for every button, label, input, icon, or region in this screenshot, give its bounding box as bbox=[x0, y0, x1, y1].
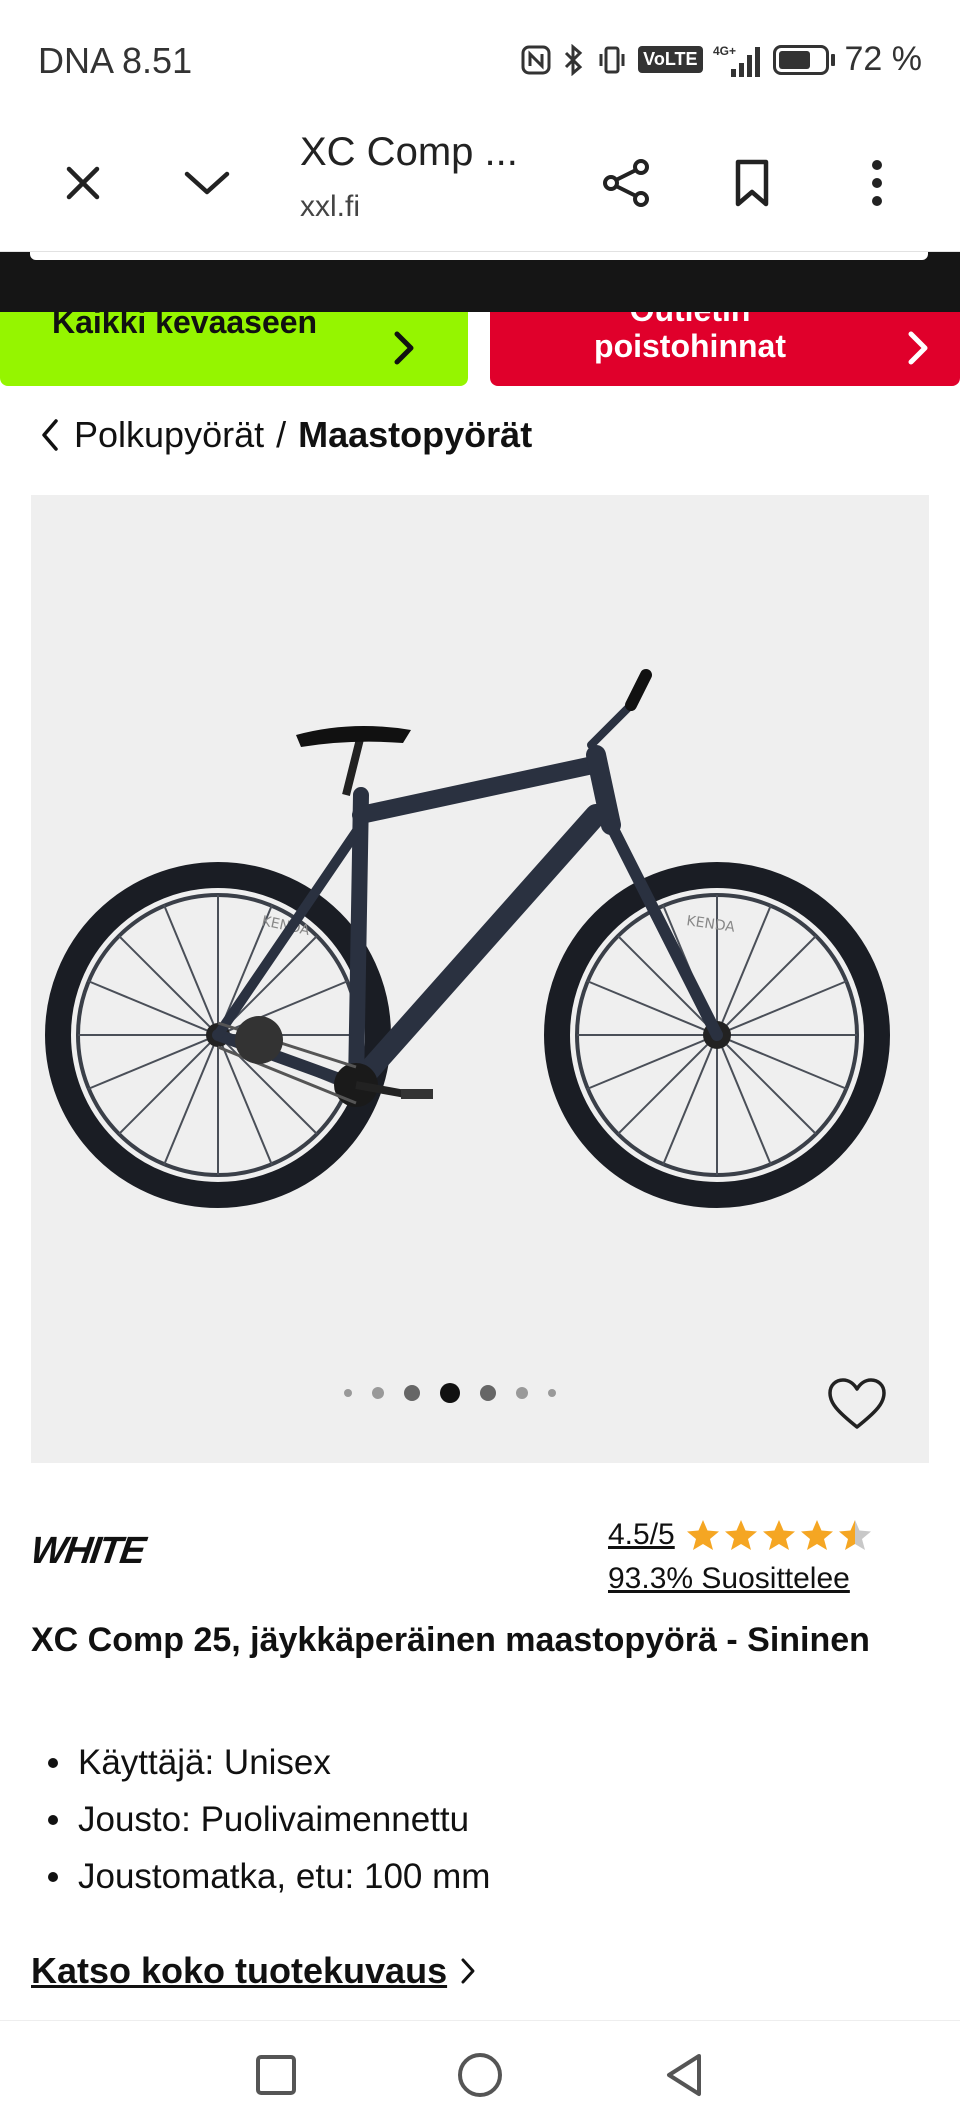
carousel-dot[interactable] bbox=[404, 1385, 420, 1401]
bullet-icon bbox=[48, 1757, 58, 1768]
chevron-right-icon bbox=[392, 330, 416, 371]
chevron-right-icon bbox=[906, 330, 930, 371]
breadcrumb-current[interactable]: Maastopyörät bbox=[298, 414, 532, 456]
share-button[interactable] bbox=[592, 148, 662, 218]
carousel-dot[interactable] bbox=[516, 1387, 528, 1399]
promo-outlet-line1: Outletin bbox=[630, 312, 751, 328]
carrier-time: DNA 8.51 bbox=[38, 40, 193, 81]
full-description-label: Katso koko tuotekuvaus bbox=[31, 1950, 448, 1991]
carousel-dot[interactable] bbox=[548, 1389, 556, 1397]
star-icon bbox=[724, 1520, 757, 1550]
browser-toolbar: XC Comp ... xxl.fi bbox=[0, 118, 960, 252]
chevron-left-icon[interactable] bbox=[40, 418, 60, 452]
brand-logo[interactable]: WHITE bbox=[28, 1530, 146, 1573]
chevron-right-icon bbox=[459, 1956, 477, 1986]
star-icon bbox=[686, 1520, 719, 1550]
product-title: XC Comp 25, jäykkäperäinen maastopyörä -… bbox=[31, 1621, 870, 1659]
heart-icon bbox=[828, 1378, 886, 1429]
recommend-percent[interactable]: 93.3% Suosittelee bbox=[608, 1562, 928, 1596]
page-title[interactable]: XC Comp ... bbox=[300, 130, 518, 175]
rating-stars bbox=[685, 1518, 873, 1552]
spec-item: Käyttäjä: Unisex bbox=[48, 1734, 490, 1791]
share-icon bbox=[603, 159, 649, 207]
spec-item: Joustomatka, etu: 100 mm bbox=[48, 1848, 490, 1905]
breadcrumb-separator: / bbox=[276, 414, 287, 455]
collapse-button[interactable] bbox=[172, 148, 242, 218]
promo-banner-outlet[interactable]: Outletin poistohinnat bbox=[490, 312, 960, 386]
rating-block[interactable]: 4.5/5 93.3% Suosittelee bbox=[608, 1518, 928, 1596]
nfc-icon bbox=[520, 44, 552, 76]
carousel-dot[interactable] bbox=[480, 1385, 496, 1401]
more-options-button[interactable] bbox=[842, 148, 912, 218]
spec-text: Jousto: Puolivaimennettu bbox=[78, 1799, 470, 1839]
signal-icon: 4G+ bbox=[713, 43, 763, 77]
favorite-button[interactable] bbox=[825, 1375, 889, 1433]
bookmark-icon bbox=[735, 159, 769, 207]
carousel-dot[interactable] bbox=[372, 1387, 384, 1399]
triangle-back-icon bbox=[667, 2054, 701, 2096]
battery-icon bbox=[772, 44, 835, 75]
close-icon bbox=[66, 166, 100, 200]
bookmark-button[interactable] bbox=[717, 148, 787, 218]
search-bar-edge[interactable] bbox=[30, 252, 928, 260]
rating-score[interactable]: 4.5/5 bbox=[608, 1518, 675, 1552]
vibrate-icon bbox=[596, 44, 628, 76]
carousel-dot[interactable] bbox=[344, 1389, 352, 1397]
battery-level bbox=[778, 50, 811, 69]
bike-image: KENDA KENDA bbox=[45, 669, 890, 1208]
star-icon bbox=[762, 1520, 795, 1550]
tire-brand-front: KENDA bbox=[685, 913, 736, 936]
android-nav-bar bbox=[0, 2020, 960, 2122]
star-icon bbox=[838, 1520, 871, 1550]
promo-outlet-label: Outletin poistohinnat bbox=[490, 312, 890, 364]
full-description-link[interactable]: Katso koko tuotekuvaus bbox=[31, 1950, 477, 1992]
promo-spring-label: Kaikki kevaaseen bbox=[52, 312, 318, 340]
spec-list: Käyttäjä: Unisex Jousto: Puolivaimennettu… bbox=[48, 1734, 490, 1905]
bullet-icon bbox=[48, 1814, 58, 1825]
status-bar: DNA 8.51 VoLTE 4G+ 72 % bbox=[0, 0, 960, 118]
spec-item: Jousto: Puolivaimennettu bbox=[48, 1791, 490, 1848]
battery-percent: 72 % bbox=[844, 40, 923, 78]
more-vertical-icon bbox=[872, 160, 882, 206]
back-button[interactable] bbox=[654, 2045, 714, 2105]
bullet-icon bbox=[48, 1871, 58, 1882]
spec-text: Joustomatka, etu: 100 mm bbox=[78, 1856, 491, 1896]
star-icon bbox=[800, 1520, 833, 1550]
promo-outlet-line2: poistohinnat bbox=[594, 328, 786, 364]
site-header-strip bbox=[0, 252, 960, 312]
square-icon bbox=[256, 2055, 296, 2095]
recents-button[interactable] bbox=[246, 2045, 306, 2105]
status-icons: VoLTE 4G+ 72 % bbox=[520, 40, 922, 79]
home-button[interactable] bbox=[450, 2045, 510, 2105]
bluetooth-icon bbox=[562, 43, 586, 76]
spec-text: Käyttäjä: Unisex bbox=[78, 1742, 331, 1782]
volte-badge: VoLTE bbox=[638, 46, 703, 73]
network-type-label: 4G+ bbox=[713, 44, 736, 58]
circle-icon bbox=[458, 2053, 502, 2097]
product-image-gallery[interactable]: KENDA KENDA bbox=[31, 495, 929, 1463]
promo-banner-spring[interactable]: Kaikki kevaaseen bbox=[0, 312, 468, 386]
chevron-down-icon bbox=[184, 171, 230, 195]
breadcrumb: Polkupyörät / Maastopyörät bbox=[40, 414, 532, 456]
close-tab-button[interactable] bbox=[48, 148, 118, 218]
carousel-indicators[interactable] bbox=[31, 1383, 929, 1403]
page-url[interactable]: xxl.fi bbox=[300, 190, 360, 224]
carousel-dot[interactable] bbox=[440, 1383, 460, 1403]
breadcrumb-parent[interactable]: Polkupyörät bbox=[74, 414, 264, 456]
